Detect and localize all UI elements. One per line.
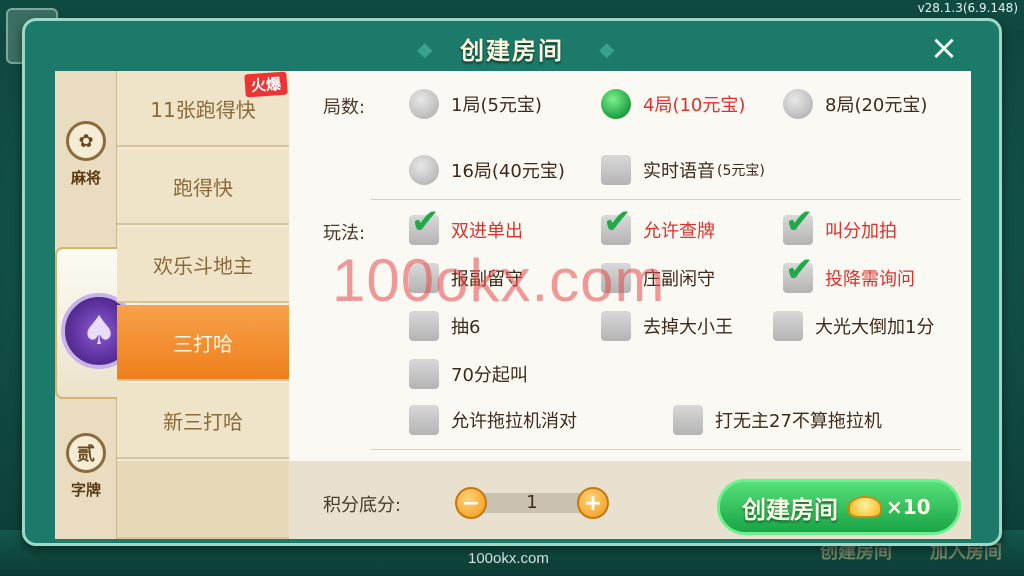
rules-label: 玩法: (323, 223, 366, 244)
version-label: v28.1.3(6.9.148) (917, 1, 1018, 15)
checkbox-icon (601, 155, 631, 185)
radio-selected-icon (601, 89, 631, 119)
zipai-icon: 贰 (66, 433, 106, 473)
increment-button[interactable]: + (577, 487, 609, 519)
options-area: 局数: 1局(5元宝) 4局(10元宝) 8局(20元宝) 16局(40元宝) … (289, 71, 971, 461)
mahjong-icon: ✿ (66, 121, 106, 161)
checkmark-icon: ✔ (785, 250, 814, 290)
rule-option-daguang[interactable]: 大光大倒加1分 (773, 311, 934, 341)
category-label: 麻将 (70, 169, 101, 187)
option-label: 4局(10元宝) (643, 95, 746, 116)
create-room-dialog: ◆ 创建房间 ◆ × ✿ 麻将 贰 字牌 ♠ 11张跑得快 火爆 跑得快 欢乐斗… (22, 18, 1002, 546)
category-mahjong[interactable]: ✿ 麻将 (55, 121, 117, 188)
option-label: 庄副闲守 (643, 269, 715, 290)
checkbox-icon (673, 405, 703, 435)
game-item-paodekuai[interactable]: 跑得快 (117, 149, 289, 225)
checkbox-checked-icon: ✔ (601, 205, 632, 245)
category-label: 字牌 (70, 481, 101, 499)
game-list-filler (117, 461, 289, 539)
footer-url: 100okx.com (468, 550, 549, 567)
bottom-controls: 积分底分: 1 − + 创建房间 ×10 (289, 461, 971, 539)
game-item-xin-sandaha[interactable]: 新三打哈 (117, 383, 289, 459)
checkmark-icon: ✔ (603, 202, 632, 242)
option-label: 抽6 (451, 317, 481, 338)
game-label: 新三打哈 (163, 409, 243, 434)
hot-badge: 火爆 (244, 71, 288, 98)
base-score-stepper: 1 − + (455, 487, 609, 519)
checkbox-checked-icon: ✔ (409, 205, 440, 245)
game-label: 欢乐斗地主 (153, 253, 253, 278)
rule-option-wuzhu27[interactable]: 打无主27不算拖拉机 (673, 405, 882, 435)
checkbox-icon (601, 263, 631, 293)
rule-option-tuolaji[interactable]: 允许拖拉机消对 (409, 405, 577, 435)
game-item-sandaha[interactable]: 三打哈 (117, 305, 289, 381)
close-button[interactable]: × (927, 31, 961, 65)
option-label: 去掉大小王 (643, 317, 733, 338)
checkmark-icon: ✔ (411, 202, 440, 242)
game-label: 三打哈 (173, 331, 233, 356)
checkbox-checked-icon: ✔ (783, 205, 814, 245)
diamond-decoration: ◆ (599, 37, 615, 61)
rule-option-zhuangfu[interactable]: 庄副闲守 (601, 263, 715, 293)
option-label: 投降需询问 (825, 269, 915, 290)
checkbox-icon (409, 263, 439, 293)
rule-option-qudiao[interactable]: 去掉大小王 (601, 311, 733, 341)
rule-option-chou6[interactable]: 抽6 (409, 311, 480, 341)
option-label: 8局(20元宝) (825, 95, 928, 116)
dialog-panel: ✿ 麻将 贰 字牌 ♠ 11张跑得快 火爆 跑得快 欢乐斗地主 三打哈 新三打哈… (55, 71, 971, 539)
game-label: 跑得快 (173, 175, 233, 200)
option-label: 实时语音 (643, 161, 715, 182)
option-label: 报副留守 (451, 269, 523, 290)
dialog-header: ◆ 创建房间 ◆ (25, 21, 999, 75)
rule-option-baofu[interactable]: 报副留守 (409, 263, 523, 293)
create-room-button[interactable]: 创建房间 ×10 (717, 479, 961, 535)
checkbox-icon (601, 311, 631, 341)
rule-option-shuangjin[interactable]: ✔ 双进单出 (409, 205, 523, 245)
create-room-cost: ×10 (886, 495, 931, 519)
round-option-1[interactable]: 1局(5元宝) (409, 89, 542, 119)
create-room-label: 创建房间 (742, 495, 838, 524)
option-label: 允许查牌 (643, 221, 715, 242)
checkbox-icon (773, 311, 803, 341)
option-label: 16局(40元宝) (451, 161, 565, 182)
divider (371, 449, 961, 450)
ingot-icon (848, 496, 882, 518)
option-label: 大光大倒加1分 (815, 317, 935, 338)
rule-option-touxiang[interactable]: ✔ 投降需询问 (783, 253, 915, 293)
checkbox-icon (409, 311, 439, 341)
radio-icon (409, 89, 439, 119)
diamond-decoration: ◆ (417, 37, 433, 61)
option-label: 1局(5元宝) (451, 95, 542, 116)
decrement-button[interactable]: − (455, 487, 487, 519)
game-list: 11张跑得快 火爆 跑得快 欢乐斗地主 三打哈 新三打哈 (117, 71, 289, 539)
checkmark-icon: ✔ (785, 202, 814, 242)
game-item-doudizhu[interactable]: 欢乐斗地主 (117, 227, 289, 303)
round-option-4[interactable]: 4局(10元宝) (601, 89, 745, 119)
rule-option-jiaofen[interactable]: ✔ 叫分加拍 (783, 205, 897, 245)
checkbox-icon (409, 405, 439, 435)
rule-option-chapai[interactable]: ✔ 允许查牌 (601, 205, 715, 245)
dialog-title: 创建房间 (460, 36, 564, 65)
option-label: 允许拖拉机消对 (451, 411, 577, 432)
option-label: 70分起叫 (451, 365, 528, 386)
round-option-16[interactable]: 16局(40元宝) (409, 155, 565, 185)
category-zipai[interactable]: 贰 字牌 (55, 433, 117, 500)
radio-icon (409, 155, 439, 185)
base-score-label: 积分底分: (323, 495, 402, 516)
rule-option-70fen[interactable]: 70分起叫 (409, 359, 528, 389)
rounds-label: 局数: (323, 97, 366, 118)
voice-option[interactable]: 实时语音 (5元宝) (601, 155, 765, 185)
checkbox-checked-icon: ✔ (783, 253, 814, 293)
game-label: 11张跑得快 (150, 97, 256, 122)
game-item-11zhang[interactable]: 11张跑得快 火爆 (117, 71, 289, 147)
radio-icon (783, 89, 813, 119)
option-label: 双进单出 (451, 221, 523, 242)
base-score-value: 1 (471, 493, 593, 513)
option-sublabel: (5元宝) (717, 163, 765, 179)
option-label: 叫分加拍 (825, 221, 897, 242)
checkbox-icon (409, 359, 439, 389)
option-label: 打无主27不算拖拉机 (715, 411, 882, 432)
round-option-8[interactable]: 8局(20元宝) (783, 89, 927, 119)
divider (371, 199, 961, 200)
